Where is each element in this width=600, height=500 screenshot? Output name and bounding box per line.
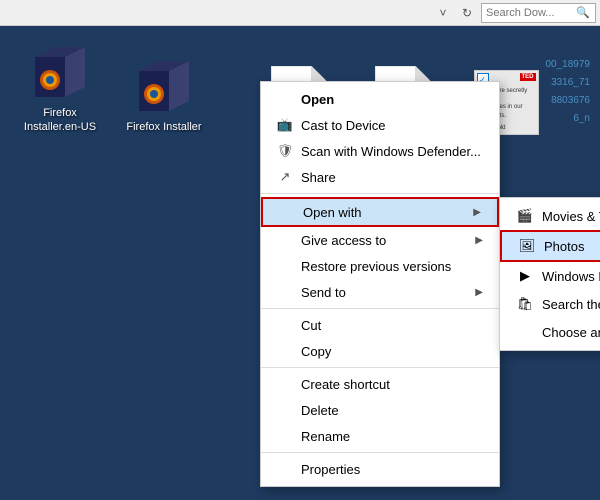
submenu-label-store: Search the Store <box>542 297 600 312</box>
submenu-item-movies-tv[interactable]: 🎬 Movies & TV <box>500 202 600 230</box>
submenu-item-store[interactable]: 🛍 Search the Store <box>500 290 600 318</box>
cm-label-cast: Cast to Device <box>301 118 386 133</box>
submenu-label-photos: Photos <box>544 239 584 254</box>
cm-label-restore: Restore previous versions <box>301 259 451 274</box>
cm-label-give-access: Give access to <box>301 233 386 248</box>
cm-item-create-shortcut[interactable]: Create shortcut <box>261 371 499 397</box>
open-with-container: Open with ▶ 🎬 Movies & TV 🖼 Photos <box>261 197 499 227</box>
side-text-line4: 6_n <box>546 110 591 128</box>
submenu-item-choose[interactable]: Choose another app <box>500 318 600 346</box>
search-icon: 🔍 <box>576 6 590 19</box>
photos-icon: 🖼 <box>518 237 536 255</box>
refresh-icon[interactable]: ↻ <box>457 3 477 23</box>
submenu-label-wmp: Windows Media Player <box>542 269 600 284</box>
copy-icon <box>277 343 293 359</box>
properties-icon <box>277 461 293 477</box>
cm-label-share: Share <box>301 170 336 185</box>
separator2 <box>261 308 499 309</box>
restore-icon <box>277 258 293 274</box>
desktop-icon-label-firefox1: Firefox Installer.en-US <box>24 106 96 135</box>
submenu-label-movies-tv: Movies & TV <box>542 209 600 224</box>
cm-label-properties: Properties <box>301 462 360 477</box>
cm-label-create-shortcut: Create shortcut <box>301 377 390 392</box>
search-input[interactable] <box>486 7 576 19</box>
separator4 <box>261 452 499 453</box>
side-text-line1: 00_18979 <box>546 56 591 74</box>
choose-icon <box>516 323 534 341</box>
search-box[interactable]: 🔍 <box>481 3 596 23</box>
send-to-icon <box>277 284 293 300</box>
cm-label-scan: Scan with Windows Defender... <box>301 144 481 159</box>
desktop-icon-firefox1[interactable]: Firefox Installer.en-US <box>20 42 100 135</box>
give-access-icon <box>277 232 293 248</box>
wmp-icon: ▶ <box>516 267 534 285</box>
cm-item-open-with[interactable]: Open with ▶ <box>261 197 499 227</box>
cm-item-delete[interactable]: Delete <box>261 397 499 423</box>
cm-label-open-with: Open with <box>303 205 362 220</box>
cut-icon <box>277 317 293 333</box>
share-icon: ↗ <box>277 169 293 185</box>
top-bar: ˅ ↻ 🔍 <box>0 0 600 26</box>
shield-icon: 🛡 <box>277 143 293 159</box>
open-icon <box>277 91 293 107</box>
back-icon[interactable]: ˅ <box>433 3 453 23</box>
cm-item-open[interactable]: Open <box>261 86 499 112</box>
thumb-badge: TED <box>520 73 536 81</box>
cast-icon: 📺 <box>277 117 293 133</box>
open-with-icon <box>279 204 295 220</box>
shortcut-icon <box>277 376 293 392</box>
give-access-arrow-icon: ▶ <box>475 235 483 246</box>
store-icon: 🛍 <box>516 295 534 313</box>
cm-item-rename[interactable]: Rename <box>261 423 499 449</box>
cm-item-restore[interactable]: Restore previous versions <box>261 253 499 279</box>
desktop: Firefox Installer.en-US Firefox Installe… <box>0 26 600 500</box>
movies-tv-icon: 🎬 <box>516 207 534 225</box>
cm-item-send-to[interactable]: Send to ▶ <box>261 279 499 305</box>
open-with-arrow-icon: ▶ <box>473 207 481 218</box>
cm-label-send-to: Send to <box>301 285 346 300</box>
cm-label-copy: Copy <box>301 344 331 359</box>
desktop-icon-firefox2[interactable]: Firefox Installer <box>124 56 204 134</box>
cm-label-rename: Rename <box>301 429 350 444</box>
delete-icon <box>277 402 293 418</box>
submenu-item-photos[interactable]: 🖼 Photos <box>500 230 600 262</box>
submenu-label-choose: Choose another app <box>542 325 600 340</box>
cm-item-cast[interactable]: 📺 Cast to Device <box>261 112 499 138</box>
submenu-item-wmp[interactable]: ▶ Windows Media Player <box>500 262 600 290</box>
cm-item-cut[interactable]: Cut <box>261 312 499 338</box>
cm-label-delete: Delete <box>301 403 339 418</box>
cm-item-share[interactable]: ↗ Share <box>261 164 499 190</box>
cm-item-properties[interactable]: Properties <box>261 456 499 482</box>
context-menu: Open 📺 Cast to Device 🛡 Scan with Window… <box>260 81 500 487</box>
cm-label-open: Open <box>301 92 334 107</box>
side-text: 00_18979 3316_71 8803676 6_n <box>546 56 591 128</box>
cm-label-cut: Cut <box>301 318 321 333</box>
cm-item-copy[interactable]: Copy <box>261 338 499 364</box>
cm-item-give-access[interactable]: Give access to ▶ <box>261 227 499 253</box>
rename-icon <box>277 428 293 444</box>
top-bar-icons: ˅ ↻ <box>433 3 477 23</box>
separator3 <box>261 367 499 368</box>
side-text-line3: 8803676 <box>546 92 591 110</box>
separator1 <box>261 193 499 194</box>
send-to-arrow-icon: ▶ <box>475 287 483 298</box>
cm-item-scan[interactable]: 🛡 Scan with Windows Defender... <box>261 138 499 164</box>
submenu: 🎬 Movies & TV 🖼 Photos ▶ Windows Media P <box>499 197 600 351</box>
desktop-icon-label-firefox2: Firefox Installer <box>126 120 201 134</box>
side-text-line2: 3316_71 <box>546 74 591 92</box>
